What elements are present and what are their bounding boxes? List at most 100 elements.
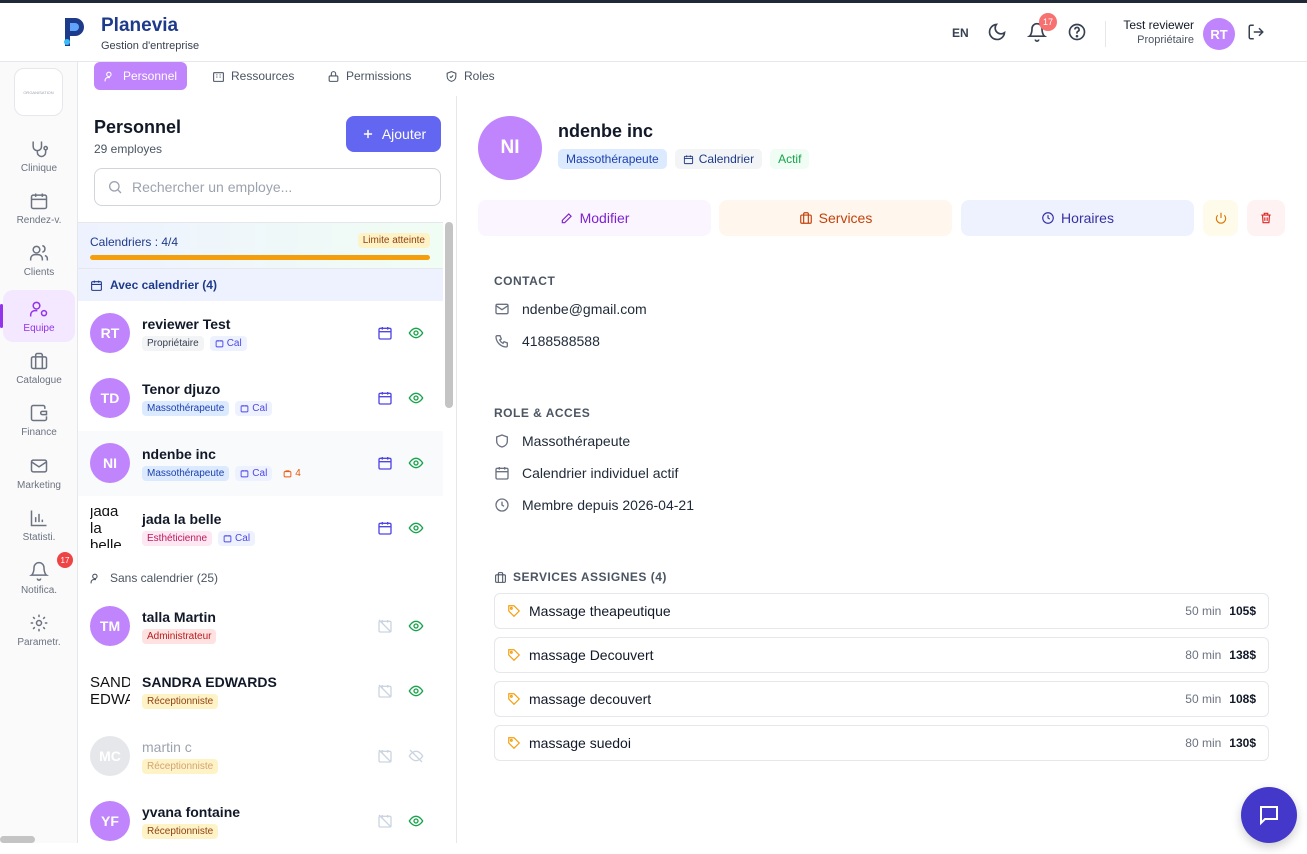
visibility-off-eye-icon[interactable] xyxy=(408,748,424,764)
sidebar-item-statistiques[interactable]: Statisti. xyxy=(0,499,78,551)
sidebar-item-marketing[interactable]: Marketing xyxy=(0,447,78,499)
briefcase-icon xyxy=(495,571,506,583)
contact-section-title: CONTACT xyxy=(494,274,556,288)
cal-tag-label: Cal xyxy=(252,403,268,414)
employee-name: ndenbe inc xyxy=(142,446,216,462)
service-row[interactable]: massage Decouvert 80 min 138$ xyxy=(494,637,1269,673)
sidebar-item-notifications[interactable]: Notifica. 17 xyxy=(0,552,78,604)
visibility-eye-icon[interactable] xyxy=(408,455,424,471)
email-value[interactable]: ndenbe@gmail.com xyxy=(522,301,647,317)
role-badge: Réceptionniste xyxy=(142,824,219,839)
service-price: 138$ xyxy=(1229,648,1256,662)
delete-button[interactable] xyxy=(1247,200,1285,236)
schedule-button[interactable]: Horaires xyxy=(961,200,1194,236)
phone-value[interactable]: 4188588588 xyxy=(522,333,600,349)
tab-personnel[interactable]: Personnel xyxy=(94,62,188,90)
calendar-row: Calendrier individuel actif xyxy=(494,465,678,481)
briefcase-icon xyxy=(30,352,48,369)
sidebar-item-clients[interactable]: Clients xyxy=(0,234,78,286)
role-badge: Réceptionniste xyxy=(142,694,219,709)
sidebar-item-equipe[interactable]: Equipe xyxy=(0,290,75,342)
search-box xyxy=(94,168,441,206)
tab-roles[interactable]: Roles xyxy=(435,62,505,90)
tab-ressources[interactable]: Ressources xyxy=(202,62,304,90)
calendar-toggle-icon[interactable] xyxy=(377,390,393,406)
help-icon[interactable] xyxy=(1067,22,1087,42)
tag-icon xyxy=(508,737,521,750)
employee-row[interactable]: RT reviewer Test Propriétaire Cal xyxy=(78,301,443,366)
phone-row: 4188588588 xyxy=(494,333,600,349)
visibility-eye-icon[interactable] xyxy=(408,683,424,699)
calendar-toggle-icon[interactable] xyxy=(377,455,393,471)
employee-row[interactable]: TD Tenor djuzo Massothérapeute Cal xyxy=(78,366,443,431)
services-button[interactable]: Services xyxy=(719,200,952,236)
visibility-eye-icon[interactable] xyxy=(408,390,424,406)
mail-icon xyxy=(30,458,48,473)
edit-button[interactable]: Modifier xyxy=(478,200,711,236)
sidebar-item-catalogue[interactable]: Catalogue xyxy=(0,342,78,394)
dark-mode-moon-icon[interactable] xyxy=(987,22,1007,42)
horizontal-scrollbar[interactable] xyxy=(0,836,35,843)
tab-permissions[interactable]: Permissions xyxy=(317,62,421,90)
employee-row-inactive[interactable]: MC martin c Réceptionniste xyxy=(78,724,443,789)
organization-logo[interactable]: ORGANISATION xyxy=(14,68,63,116)
employee-avatar-image: SANDRA EDWARDS xyxy=(90,671,130,711)
calendar-icon xyxy=(495,467,509,480)
search-input[interactable] xyxy=(132,179,422,195)
employee-name: SANDRA EDWARDS xyxy=(142,674,277,690)
planevia-logo-icon[interactable] xyxy=(61,16,87,48)
list-scrollbar[interactable] xyxy=(445,222,453,408)
quota-progress-bar xyxy=(90,255,430,260)
sidebar-item-label: Equipe xyxy=(23,322,55,334)
role-badge: Massothérapeute xyxy=(142,466,230,481)
employee-avatar: TD xyxy=(90,378,130,418)
logout-icon[interactable] xyxy=(1247,22,1265,42)
services-count-badge: 4 xyxy=(278,466,306,481)
service-name: massage suedoi xyxy=(529,735,631,751)
calendar-toggle-icon[interactable] xyxy=(377,520,393,536)
cal-tag-label: Cal xyxy=(235,533,251,544)
calendar-off-icon[interactable] xyxy=(377,813,393,829)
sidebar-item-label: Catalogue xyxy=(16,374,62,386)
visibility-eye-icon[interactable] xyxy=(408,813,424,829)
calendar-toggle-icon[interactable] xyxy=(377,325,393,341)
sidebar-item-label: Parametr. xyxy=(17,636,61,648)
detail-avatar: NI xyxy=(478,116,542,180)
chat-support-button[interactable] xyxy=(1241,787,1297,843)
employee-row[interactable]: TM talla Martin Administrateur xyxy=(78,594,443,659)
sidebar-item-clinique[interactable]: Clinique xyxy=(0,130,78,182)
deactivate-button[interactable] xyxy=(1203,200,1238,236)
add-employee-button[interactable]: Ajouter xyxy=(346,116,441,152)
user-avatar[interactable]: RT xyxy=(1203,18,1235,50)
employee-row[interactable]: jada la belle jada la belle Esthéticienn… xyxy=(78,496,443,561)
calendar-off-icon[interactable] xyxy=(377,683,393,699)
service-row[interactable]: massage suedoi 80 min 130$ xyxy=(494,725,1269,761)
calendar-quota: Calendriers : 4/4 Limite atteinte xyxy=(78,222,443,269)
service-row[interactable]: Massage theapeutique 50 min 105$ xyxy=(494,593,1269,629)
language-toggle[interactable]: EN xyxy=(952,26,969,40)
service-row[interactable]: massage decouvert 50 min 108$ xyxy=(494,681,1269,717)
detail-role-badge: Massothérapeute xyxy=(558,149,667,169)
service-duration: 80 min xyxy=(1185,648,1222,662)
employee-avatar: TM xyxy=(90,606,130,646)
edit-button-label: Modifier xyxy=(579,210,630,226)
employee-row[interactable]: SANDRA EDWARDS SANDRA EDWARDS Réceptionn… xyxy=(78,659,443,724)
tab-label: Permissions xyxy=(346,69,412,83)
visibility-eye-icon[interactable] xyxy=(408,325,424,341)
sidebar-item-finance[interactable]: Finance xyxy=(0,394,78,446)
employee-row-selected[interactable]: NI ndenbe inc Massothérapeute Cal 4 xyxy=(78,431,443,496)
notification-badge: 17 xyxy=(1039,13,1057,31)
employee-row[interactable]: YF yvana fontaine Réceptionniste xyxy=(78,789,443,854)
section-with-calendar: Avec calendrier (4) xyxy=(78,269,443,301)
sidebar-item-parametres[interactable]: Parametr. xyxy=(0,604,78,656)
sidebar-item-rendez-vous[interactable]: Rendez-v. xyxy=(0,182,78,234)
service-price: 108$ xyxy=(1229,692,1256,706)
visibility-eye-icon[interactable] xyxy=(408,618,424,634)
calendar-off-icon[interactable] xyxy=(377,748,393,764)
calendar-off-icon[interactable] xyxy=(377,618,393,634)
visibility-eye-icon[interactable] xyxy=(408,520,424,536)
role-value: Massothérapeute xyxy=(522,433,631,449)
user-name: Test reviewer xyxy=(1123,18,1194,32)
employee-detail-panel: NI ndenbe inc Massothérapeute Calendrier… xyxy=(458,96,1307,843)
role-badge: Réceptionniste xyxy=(142,759,219,774)
